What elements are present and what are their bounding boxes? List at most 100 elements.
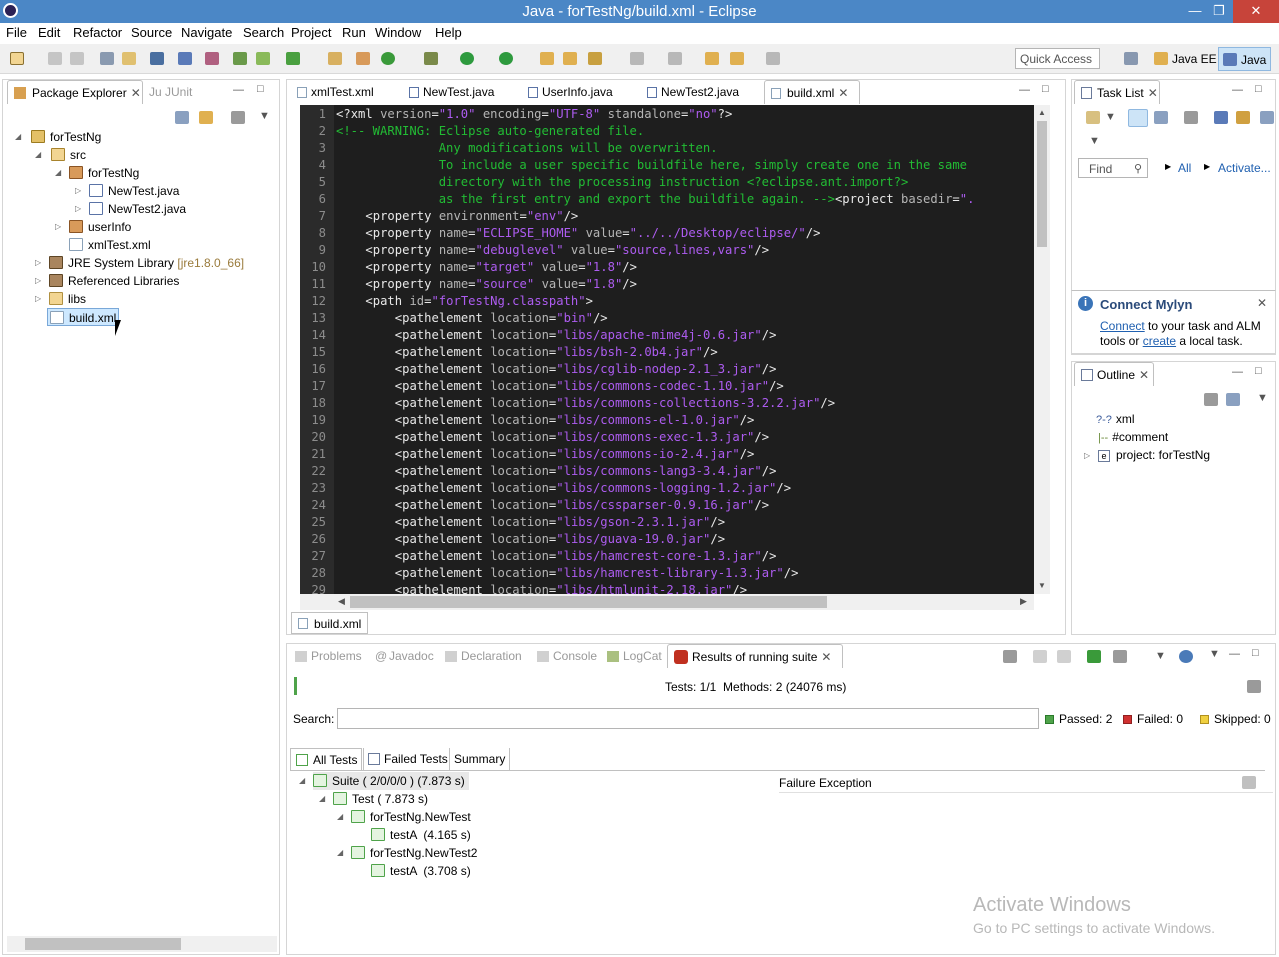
outline-item-xml[interactable]: ?-? xml (1096, 412, 1135, 426)
tree-item-src[interactable]: src (51, 146, 86, 164)
collapsed-arrow-icon[interactable]: ▷ (35, 272, 41, 290)
mylyn-create-link[interactable]: create (1143, 334, 1176, 348)
rerun-failed-icon[interactable] (1113, 650, 1127, 663)
sync-icon[interactable] (1236, 111, 1250, 124)
task-icon[interactable] (256, 52, 270, 65)
scheduled-icon[interactable] (1154, 111, 1168, 124)
code-line[interactable]: <pathelement location="libs/htmlunit-2.1… (336, 582, 747, 594)
new-java-project-icon[interactable] (328, 52, 342, 65)
failed-count[interactable]: Failed: 0 (1123, 712, 1183, 726)
collapse-icon[interactable] (1260, 111, 1274, 124)
filter-icon[interactable] (1204, 393, 1218, 406)
tab-problems[interactable]: Problems (291, 644, 362, 668)
package-explorer-hscroll[interactable] (7, 936, 277, 952)
code-line[interactable]: <pathelement location="libs/cglib-nodep-… (336, 361, 777, 378)
expanded-arrow-icon[interactable]: ◢ (35, 146, 41, 164)
code-line[interactable]: <pathelement location="libs/gson-2.3.1.j… (336, 514, 725, 531)
code-line[interactable]: <pathelement location="libs/apache-mime4… (336, 327, 777, 344)
rerun-icon[interactable] (1087, 650, 1101, 663)
passed-count[interactable]: Passed: 2 (1045, 712, 1112, 726)
terminal-icon[interactable] (150, 52, 164, 65)
collapsed-arrow-icon[interactable]: ▷ (1084, 451, 1090, 460)
results-method-testa-2[interactable]: testA (3.708 s) (371, 862, 471, 880)
globe-icon[interactable] (1179, 650, 1193, 663)
tab-declaration[interactable]: Declaration (441, 644, 522, 668)
code-line[interactable]: <pathelement location="libs/bsh-2.0b4.ja… (336, 344, 718, 361)
clear-results-icon[interactable] (1003, 650, 1017, 663)
close-button[interactable]: ✕ (1233, 0, 1279, 23)
scroll-down-icon[interactable]: ▼ (1038, 581, 1046, 590)
debug-config-icon[interactable] (205, 52, 219, 65)
code-line[interactable]: <?xml version="1.0" encoding="UTF-8" sta… (336, 106, 732, 123)
last-edit-icon[interactable] (705, 52, 719, 65)
code-line[interactable]: <pathelement location="libs/commons-code… (336, 378, 784, 395)
code-line[interactable]: <pathelement location="libs/commons-logg… (336, 480, 791, 497)
minimize-icon[interactable]: — (1232, 84, 1243, 96)
maximize-icon[interactable]: □ (1255, 83, 1262, 95)
collapsed-arrow-icon[interactable]: ▷ (35, 290, 41, 308)
dropdown-arrow-icon[interactable]: ▼ (1105, 111, 1116, 123)
expanded-arrow-icon[interactable]: ◢ (337, 808, 343, 826)
menu-help[interactable]: Help (435, 25, 462, 40)
open-folder-icon[interactable] (563, 52, 577, 65)
checkmark-icon[interactable] (286, 52, 300, 65)
expanded-arrow-icon[interactable]: ◢ (299, 772, 305, 790)
minimize-icon[interactable]: — (1232, 366, 1243, 378)
menu-edit[interactable]: Edit (38, 25, 60, 40)
collapsed-arrow-icon[interactable]: ▷ (75, 200, 81, 218)
editor-tab-newtest2[interactable]: NewTest2.java (643, 80, 739, 104)
focus-icon[interactable] (1184, 111, 1198, 124)
history-dropdown-icon[interactable]: ▼ (1155, 650, 1166, 662)
scroll-up-icon[interactable]: ▲ (1038, 108, 1046, 117)
tree-item-build-xml[interactable]: build.xml (47, 308, 120, 326)
perspective-java[interactable]: Java (1218, 47, 1272, 71)
minimize-icon[interactable]: — (1229, 648, 1240, 660)
collapsed-arrow-icon[interactable]: ▷ (75, 182, 81, 200)
menu-window[interactable]: Window (375, 25, 421, 40)
open-perspective-icon[interactable] (1124, 52, 1138, 65)
code-line[interactable]: <pathelement location="libs/commons-exec… (336, 429, 769, 446)
tab-outline[interactable]: Outline ✕ (1074, 362, 1154, 386)
minimize-icon[interactable]: — (1019, 84, 1030, 96)
link-with-editor-icon[interactable] (199, 111, 213, 124)
pen-icon[interactable] (588, 52, 602, 65)
code-line[interactable]: <property name="ECLIPSE_HOME" value="../… (336, 225, 820, 242)
menu-refactor[interactable]: Refactor (73, 25, 122, 40)
code-line[interactable]: <pathelement location="libs/cssparser-0.… (336, 497, 769, 514)
prev-failure-icon[interactable] (1057, 650, 1071, 663)
maximize-button[interactable]: ❐ (1204, 0, 1234, 23)
editor-bottom-tab[interactable]: build.xml (291, 612, 369, 634)
scroll-right-icon[interactable]: ▶ (1020, 596, 1027, 607)
results-method-testa-1[interactable]: testA (4.165 s) (371, 826, 471, 844)
close-icon[interactable]: ✕ (1139, 368, 1149, 382)
perspective-java-ee[interactable]: Java EE (1150, 47, 1221, 71)
tree-item-libs[interactable]: libs (49, 290, 86, 308)
tree-item-package-fortestng[interactable]: forTestNg (69, 164, 139, 182)
skipped-count[interactable]: Skipped: 0 (1200, 712, 1271, 726)
new-package-icon[interactable] (356, 52, 370, 65)
code-line[interactable]: <pathelement location="bin"/> (336, 310, 608, 327)
next-annotation-icon[interactable] (630, 52, 644, 65)
maximize-icon[interactable]: □ (1255, 365, 1262, 377)
menu-file[interactable]: File (6, 25, 27, 40)
code-line[interactable]: Any modifications will be overwritten. (336, 140, 718, 157)
open-type-icon[interactable] (540, 52, 554, 65)
menu-source[interactable]: Source (131, 25, 172, 40)
expanded-arrow-icon[interactable]: ◢ (15, 128, 21, 146)
mylyn-connect-link[interactable]: Connect (1100, 319, 1145, 333)
editor-vscroll[interactable]: ▲ ▼ (1034, 105, 1050, 594)
code-line[interactable]: <pathelement location="libs/commons-el-1… (336, 412, 755, 429)
tab-task-list[interactable]: Task List ✕ (1074, 80, 1160, 104)
debug-icon[interactable] (424, 52, 438, 65)
collapsed-arrow-icon[interactable]: ▷ (35, 254, 41, 272)
code-line[interactable]: directory with the processing instructio… (336, 174, 909, 191)
menu-run[interactable]: Run (342, 25, 366, 40)
link-icon[interactable] (178, 52, 192, 65)
code-line[interactable]: <!-- WARNING: Eclipse auto-generated fil… (336, 123, 644, 140)
expanded-arrow-icon[interactable]: ◢ (337, 844, 343, 862)
results-search-input[interactable] (337, 708, 1039, 729)
expanded-arrow-icon[interactable]: ◢ (319, 790, 325, 808)
run-icon[interactable] (460, 52, 474, 65)
collapse-all-icon[interactable] (175, 111, 189, 124)
tab-console[interactable]: Console (533, 644, 597, 668)
